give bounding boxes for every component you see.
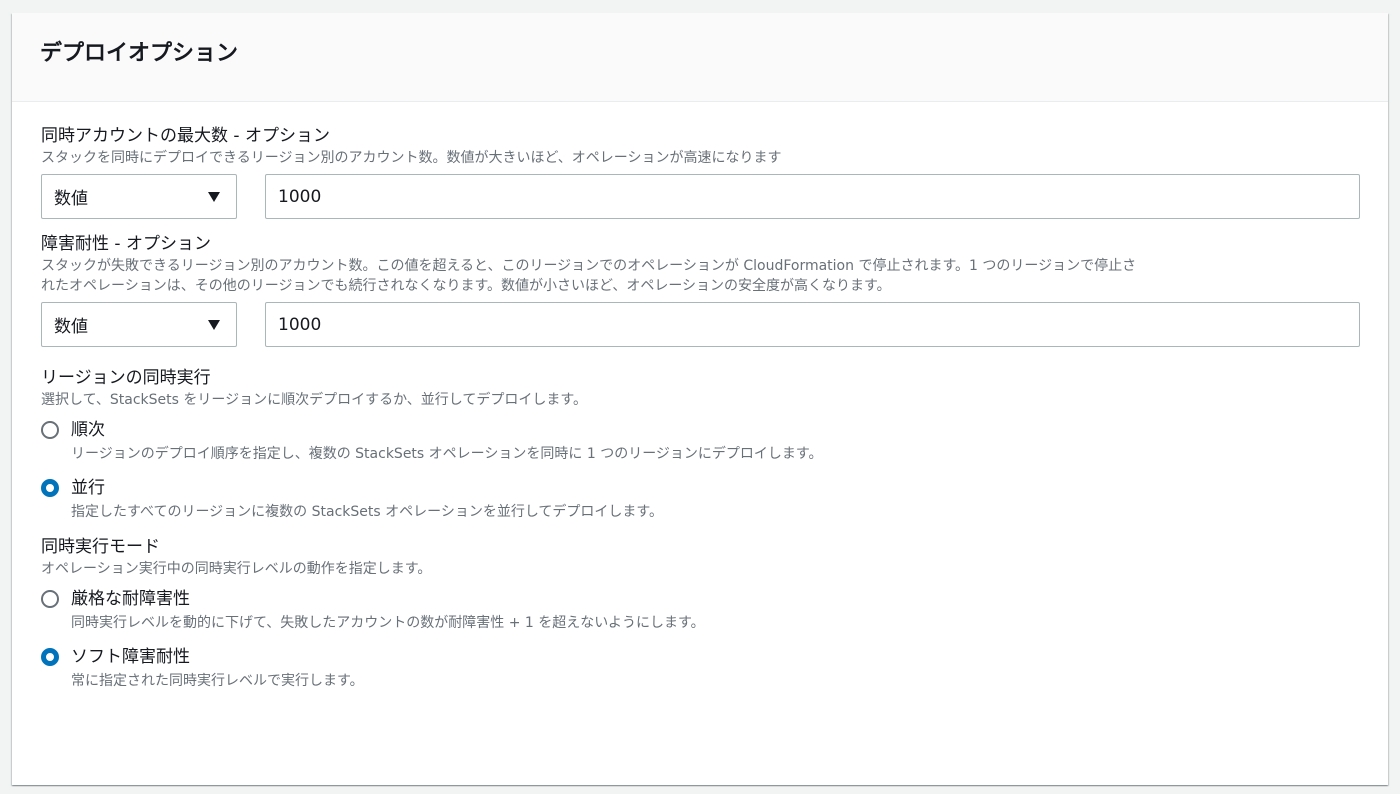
deploy-options-panel: デプロイオプション 同時アカウントの最大数 - オプション スタックを同時にデプ… <box>12 13 1388 785</box>
radio-label-sequential: 順次 <box>71 420 105 440</box>
radio-button-parallel[interactable] <box>41 479 59 497</box>
max-concurrent-field: 同時アカウントの最大数 - オプション スタックを同時にデプロイできるリージョン… <box>41 124 1360 219</box>
radio-label-strict-tolerance: 厳格な耐障害性 <box>71 589 190 609</box>
region-concurrency-description: 選択して、StackSets をリージョンに順次デプロイするか、並行してデプロイ… <box>41 392 587 408</box>
concurrency-mode-label: 同時実行モード <box>41 537 160 557</box>
radio-button-strict-tolerance[interactable] <box>41 590 59 608</box>
radio-option-soft-tolerance[interactable]: ソフト障害耐性 常に指定された同時実行レベルで実行します。 <box>41 645 1360 691</box>
radio-button-sequential[interactable] <box>41 421 59 439</box>
caret-down-icon <box>208 319 220 330</box>
region-concurrency-radio-group: 順次 リージョンのデプロイ順序を指定し、複数の StackSets オペレーショ… <box>41 418 1360 522</box>
panel-body: 同時アカウントの最大数 - オプション スタックを同時にデプロイできるリージョン… <box>12 102 1388 691</box>
max-concurrent-input[interactable] <box>265 174 1360 219</box>
failure-tolerance-description-line2: れたオペレーションは、その他のリージョンでも続行されなくなります。数値が小さいほ… <box>41 278 891 294</box>
concurrency-mode-radio-group: 厳格な耐障害性 同時実行レベルを動的に下げて、失敗したアカウントの数が耐障害性 … <box>41 587 1360 691</box>
radio-option-strict-tolerance[interactable]: 厳格な耐障害性 同時実行レベルを動的に下げて、失敗したアカウントの数が耐障害性 … <box>41 587 1360 633</box>
failure-tolerance-label: 障害耐性 - オプション <box>41 234 211 254</box>
radio-description-sequential: リージョンのデプロイ順序を指定し、複数の StackSets オペレーションを同… <box>71 446 823 462</box>
panel-title: デプロイオプション <box>40 41 239 66</box>
failure-tolerance-input[interactable] <box>265 302 1360 347</box>
max-concurrent-input-row: 数値 <box>41 174 1360 219</box>
caret-down-icon <box>208 191 220 202</box>
radio-label-soft-tolerance: ソフト障害耐性 <box>71 647 190 667</box>
concurrency-mode-field: 同時実行モード オペレーション実行中の同時実行レベルの動作を指定します。 厳格な… <box>41 535 1360 691</box>
region-concurrency-label: リージョンの同時実行 <box>41 368 211 388</box>
radio-option-parallel[interactable]: 並行 指定したすべてのリージョンに複数の StackSets オペレーションを並… <box>41 476 1360 522</box>
failure-tolerance-description-line1: スタックが失敗できるリージョン別のアカウント数。この値を超えると、このリージョン… <box>41 258 1137 274</box>
max-concurrent-type-value: 数値 <box>54 189 88 209</box>
failure-tolerance-type-select[interactable]: 数値 <box>41 302 237 347</box>
max-concurrent-label: 同時アカウントの最大数 - オプション <box>41 126 330 146</box>
region-concurrency-field: リージョンの同時実行 選択して、StackSets をリージョンに順次デプロイす… <box>41 366 1360 522</box>
max-concurrent-type-select[interactable]: 数値 <box>41 174 237 219</box>
radio-description-strict-tolerance: 同時実行レベルを動的に下げて、失敗したアカウントの数が耐障害性 + 1 を超えな… <box>71 615 705 631</box>
radio-option-sequential[interactable]: 順次 リージョンのデプロイ順序を指定し、複数の StackSets オペレーショ… <box>41 418 1360 464</box>
failure-tolerance-input-row: 数値 <box>41 302 1360 347</box>
concurrency-mode-description: オペレーション実行中の同時実行レベルの動作を指定します。 <box>41 561 432 577</box>
max-concurrent-description: スタックを同時にデプロイできるリージョン別のアカウント数。数値が大きいほど、オペ… <box>41 150 782 166</box>
radio-button-soft-tolerance[interactable] <box>41 648 59 666</box>
radio-description-soft-tolerance: 常に指定された同時実行レベルで実行します。 <box>71 673 364 689</box>
panel-header: デプロイオプション <box>12 13 1388 102</box>
failure-tolerance-field: 障害耐性 - オプション スタックが失敗できるリージョン別のアカウント数。この値… <box>41 232 1360 347</box>
radio-label-parallel: 並行 <box>71 478 105 498</box>
failure-tolerance-type-value: 数値 <box>54 317 88 337</box>
radio-description-parallel: 指定したすべてのリージョンに複数の StackSets オペレーションを並行して… <box>71 504 664 520</box>
